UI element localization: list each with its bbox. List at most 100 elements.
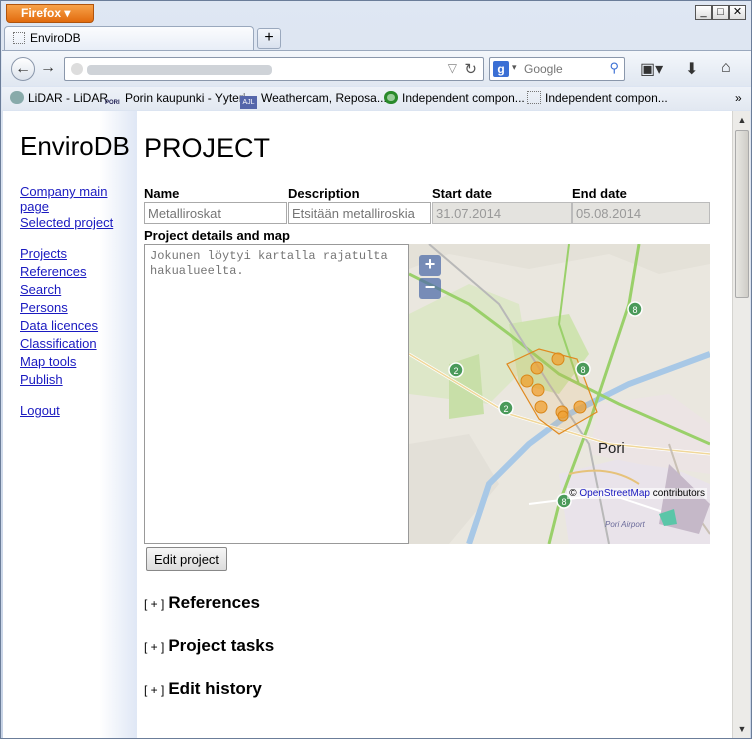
svg-text:2: 2 bbox=[503, 404, 508, 414]
nav-logout[interactable]: Logout bbox=[20, 403, 60, 418]
nav-map-tools[interactable]: Map tools bbox=[20, 354, 76, 369]
minimize-icon[interactable]: _ bbox=[695, 5, 712, 20]
page-content: EnviroDB Company main page Selected proj… bbox=[3, 111, 732, 738]
references-toggle[interactable]: [ + ] bbox=[144, 597, 164, 611]
references-section-header[interactable]: [ + ] References bbox=[144, 593, 260, 613]
project-tasks-section-header[interactable]: [ + ] Project tasks bbox=[144, 636, 274, 656]
road-markers: 8 2 2 8 8 bbox=[448, 301, 643, 509]
page-favicon-icon bbox=[13, 32, 25, 44]
url-bar[interactable]: ▽ ↻ bbox=[64, 57, 484, 81]
firefox-menu-button[interactable]: Firefox ▾ bbox=[6, 4, 94, 23]
bookmark-label: Independent compon... bbox=[545, 91, 668, 105]
tab-envirodb[interactable]: EnviroDB bbox=[4, 26, 254, 50]
start-date-label: Start date bbox=[432, 186, 492, 201]
description-label: Description bbox=[288, 186, 360, 201]
bookmark-item[interactable]: PORI Porin kaupunki - Yyteri bbox=[105, 91, 246, 113]
road-marker-2: 2 bbox=[448, 362, 464, 378]
new-tab-button[interactable]: + bbox=[257, 28, 281, 49]
vertical-scrollbar[interactable]: ▲ ▼ bbox=[732, 111, 750, 738]
project-tasks-toggle[interactable]: [ + ] bbox=[144, 640, 164, 654]
back-arrow-icon[interactable]: ← bbox=[11, 57, 35, 81]
blank-page-icon bbox=[527, 91, 541, 104]
nav-classification[interactable]: Classification bbox=[20, 336, 97, 351]
end-date-label: End date bbox=[572, 186, 627, 201]
road-marker-8: 8 bbox=[575, 361, 591, 377]
details-label: Project details and map bbox=[144, 228, 290, 243]
browser-window: Firefox ▾ _ □ ✕ EnviroDB + ← → ▽ ↻ g ▾ ⚲… bbox=[0, 0, 752, 739]
bookmarks-overflow-icon[interactable]: » bbox=[735, 91, 742, 105]
attribution-prefix: © bbox=[569, 488, 577, 499]
svg-text:8: 8 bbox=[580, 365, 585, 375]
nav-projects[interactable]: Projects bbox=[20, 246, 67, 261]
globe-icon bbox=[10, 91, 24, 104]
map-city-label: Pori bbox=[598, 440, 625, 457]
edit-project-button[interactable]: Edit project bbox=[146, 547, 228, 571]
brand-title: EnviroDB bbox=[20, 131, 130, 161]
firefox-menu-label: Firefox bbox=[21, 6, 62, 20]
forward-arrow-icon[interactable]: → bbox=[36, 57, 60, 81]
page-title: PROJECT bbox=[144, 133, 271, 163]
road-marker-8: 8 bbox=[627, 301, 643, 317]
engine-dropdown-icon[interactable]: ▾ bbox=[512, 62, 517, 73]
search-box[interactable]: g ▾ ⚲ bbox=[489, 57, 625, 81]
map-airport-label: Pori Airport bbox=[605, 520, 645, 529]
url-history-dropdown-icon[interactable]: ▽ bbox=[448, 61, 457, 75]
downloads-icon[interactable]: ⬇ bbox=[685, 59, 698, 79]
tab-title: EnviroDB bbox=[30, 31, 81, 45]
references-title: References bbox=[168, 593, 261, 612]
project-map[interactable]: 8 2 2 8 8 + − Pori Pori Airport © OpenSt… bbox=[409, 244, 710, 544]
scroll-up-icon[interactable]: ▲ bbox=[735, 113, 749, 127]
attribution-suffix: contributors bbox=[652, 488, 705, 499]
svg-text:2: 2 bbox=[453, 366, 458, 376]
svg-text:8: 8 bbox=[632, 305, 637, 315]
nav-company-main-page[interactable]: Company main page bbox=[20, 184, 137, 214]
nav-data-licences[interactable]: Data licences bbox=[20, 318, 98, 333]
nav-publish[interactable]: Publish bbox=[20, 372, 63, 387]
search-icon[interactable]: ⚲ bbox=[609, 60, 619, 76]
nav-search[interactable]: Search bbox=[20, 282, 61, 297]
openstreetmap-link[interactable]: OpenStreetMap bbox=[579, 488, 650, 499]
details-textarea[interactable] bbox=[144, 244, 409, 544]
bookmark-item[interactable]: Independent compon... bbox=[384, 91, 525, 105]
svg-text:8: 8 bbox=[561, 497, 566, 507]
start-date-field bbox=[432, 202, 572, 224]
end-date-field bbox=[572, 202, 710, 224]
url-text-redacted bbox=[87, 65, 272, 75]
bookmark-item[interactable]: LiDAR - LiDAR bbox=[10, 91, 108, 105]
map-attribution: © OpenStreetMap contributors bbox=[567, 488, 707, 499]
maximize-icon[interactable]: □ bbox=[712, 5, 729, 20]
name-field[interactable] bbox=[144, 202, 287, 224]
site-identity-icon bbox=[71, 63, 83, 75]
search-input[interactable] bbox=[524, 61, 604, 77]
bookmark-item[interactable]: Independent compon... bbox=[527, 91, 668, 105]
google-engine-icon[interactable]: g bbox=[493, 61, 509, 77]
home-icon[interactable]: ⌂ bbox=[721, 59, 731, 77]
close-icon[interactable]: ✕ bbox=[729, 5, 746, 20]
reload-icon[interactable]: ↻ bbox=[464, 60, 477, 78]
description-field[interactable] bbox=[288, 202, 431, 224]
bookmark-item[interactable]: AJL Weathercam, Reposa... bbox=[240, 91, 387, 109]
name-label: Name bbox=[144, 186, 180, 201]
nav-references[interactable]: References bbox=[20, 264, 86, 279]
nav-persons[interactable]: Persons bbox=[20, 300, 68, 315]
bookmark-label: LiDAR - LiDAR bbox=[28, 91, 109, 105]
navigation-toolbar: ← → ▽ ↻ g ▾ ⚲ ▣▾ ⬇ ⌂ bbox=[2, 50, 751, 86]
green-circle-icon bbox=[384, 91, 398, 104]
bookmark-label: Independent compon... bbox=[402, 91, 525, 105]
sidebar: EnviroDB Company main page Selected proj… bbox=[3, 111, 137, 738]
road-marker-2: 2 bbox=[498, 400, 514, 416]
bookmark-star-icon[interactable]: ▣▾ bbox=[640, 59, 663, 79]
bookmark-label: Weathercam, Reposa... bbox=[261, 91, 387, 105]
bookmark-label: Porin kaupunki - Yyteri bbox=[125, 91, 246, 105]
zoom-in-button[interactable]: + bbox=[419, 255, 441, 276]
bookmarks-toolbar: LiDAR - LiDAR PORI Porin kaupunki - Yyter… bbox=[2, 87, 751, 110]
project-tasks-title: Project tasks bbox=[168, 636, 275, 655]
scrollbar-thumb[interactable] bbox=[735, 130, 749, 298]
scroll-down-icon[interactable]: ▼ bbox=[735, 722, 749, 736]
ajl-logo-icon: AJL bbox=[240, 96, 257, 109]
zoom-out-button[interactable]: − bbox=[419, 278, 441, 299]
edit-history-toggle[interactable]: [ + ] bbox=[144, 683, 164, 697]
nav-selected-project[interactable]: Selected project bbox=[20, 215, 113, 230]
edit-history-section-header[interactable]: [ + ] Edit history bbox=[144, 679, 262, 699]
edit-history-title: Edit history bbox=[168, 679, 262, 698]
